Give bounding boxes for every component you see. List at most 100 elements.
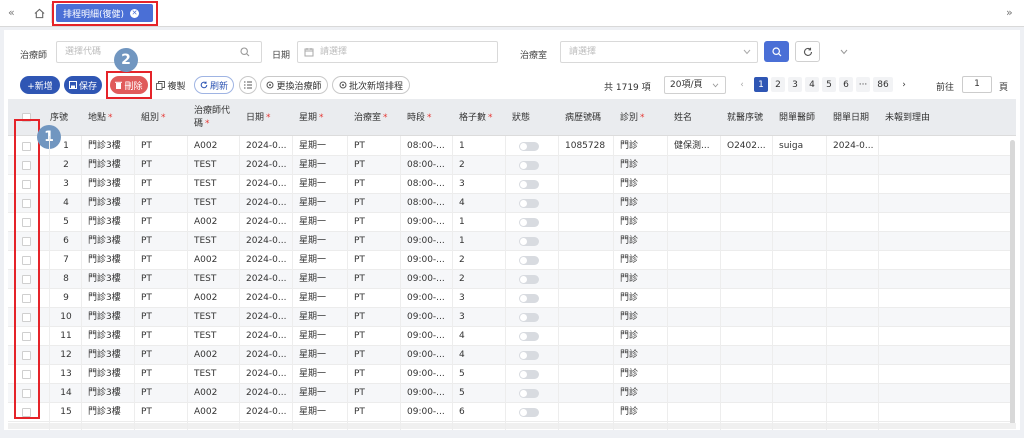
table-cell[interactable]: 門診3樓 xyxy=(88,232,138,251)
status-toggle[interactable] xyxy=(519,408,539,417)
delete-button[interactable]: 刪除 xyxy=(110,76,148,94)
status-toggle[interactable] xyxy=(519,294,539,303)
table-cell[interactable]: 門診 xyxy=(620,175,670,194)
table-cell[interactable]: 門診3樓 xyxy=(88,270,138,289)
table-cell[interactable] xyxy=(727,289,777,308)
table-cell[interactable]: PT xyxy=(354,194,404,213)
table-cell[interactable]: 2024-0... xyxy=(246,346,296,365)
table-cell[interactable] xyxy=(565,156,617,175)
page-button[interactable]: 4 xyxy=(805,77,819,92)
table-cell[interactable] xyxy=(727,194,777,213)
table-cell[interactable]: A002 xyxy=(194,403,244,422)
table-cell[interactable]: PT xyxy=(354,251,404,270)
table-cell[interactable]: PT xyxy=(141,175,191,194)
collapse-left-icon[interactable]: « xyxy=(8,6,15,19)
table-cell[interactable]: 門診 xyxy=(620,156,670,175)
table-cell[interactable]: 09:00-... xyxy=(407,308,457,327)
table-cell[interactable] xyxy=(833,156,883,175)
table-cell[interactable] xyxy=(779,156,831,175)
status-toggle[interactable] xyxy=(519,389,539,398)
table-cell[interactable] xyxy=(674,175,724,194)
column-settings-button[interactable] xyxy=(239,76,257,94)
table-cell[interactable]: 09:00-... xyxy=(407,213,457,232)
table-cell[interactable]: 星期一 xyxy=(299,232,351,251)
column-header[interactable]: 狀態 xyxy=(512,99,530,136)
table-cell[interactable]: 2 xyxy=(459,156,509,175)
table-cell[interactable]: 門診3樓 xyxy=(88,308,138,327)
table-cell[interactable]: 2024-0... xyxy=(246,384,296,403)
table-cell[interactable] xyxy=(565,403,617,422)
table-row[interactable]: 4 門診3樓 PT TEST 2024-0... 星期一 PT 08:00-... 4 門診 xyxy=(8,194,1012,213)
page-button[interactable]: 3 xyxy=(788,77,802,92)
status-toggle[interactable] xyxy=(519,199,539,208)
table-cell[interactable]: 2 xyxy=(459,270,509,289)
table-cell[interactable] xyxy=(674,213,724,232)
column-header[interactable]: 開單醫師 xyxy=(779,99,815,136)
table-cell[interactable]: PT xyxy=(354,232,404,251)
table-cell[interactable]: TEST xyxy=(194,327,244,346)
table-cell[interactable] xyxy=(674,194,724,213)
reset-button[interactable] xyxy=(795,41,820,62)
table-cell[interactable]: PT xyxy=(141,403,191,422)
table-cell[interactable]: TEST xyxy=(194,232,244,251)
date-input[interactable]: 請選擇 xyxy=(297,41,498,63)
table-row[interactable]: 12 門診3樓 PT A002 2024-0... 星期一 PT 09:00-... 4 門診 xyxy=(8,346,1012,365)
table-cell[interactable] xyxy=(885,365,985,384)
table-cell[interactable]: 門診 xyxy=(620,365,670,384)
table-cell[interactable]: suiga xyxy=(779,137,831,156)
table-cell[interactable]: 2024-0... xyxy=(246,403,296,422)
status-toggle[interactable] xyxy=(519,256,539,265)
table-cell[interactable]: 4 xyxy=(459,327,509,346)
chevron-down-icon[interactable] xyxy=(840,49,848,55)
tab-schedule-detail[interactable]: 排程明細(復健) ✕ xyxy=(56,4,153,22)
table-row[interactable]: 3 門診3樓 PT TEST 2024-0... 星期一 PT 08:00-... 3 門診 xyxy=(8,175,1012,194)
table-cell[interactable]: A002 xyxy=(194,213,244,232)
table-cell[interactable]: 13 xyxy=(56,365,76,384)
table-cell[interactable] xyxy=(779,346,831,365)
table-cell[interactable]: 7 xyxy=(56,251,76,270)
table-cell[interactable] xyxy=(727,156,777,175)
table-cell[interactable]: 2024-0... xyxy=(833,137,883,156)
table-cell[interactable]: PT xyxy=(354,346,404,365)
goto-page-input[interactable]: 1 xyxy=(962,76,992,93)
table-cell[interactable] xyxy=(885,308,985,327)
table-cell[interactable] xyxy=(565,213,617,232)
table-cell[interactable]: PT xyxy=(141,270,191,289)
table-cell[interactable]: PT xyxy=(141,289,191,308)
table-cell[interactable]: 2024-0... xyxy=(246,308,296,327)
table-cell[interactable] xyxy=(833,384,883,403)
table-cell[interactable]: 2024-0... xyxy=(246,175,296,194)
column-header[interactable]: 開單日期 xyxy=(833,99,869,136)
table-cell[interactable]: PT xyxy=(354,403,404,422)
table-cell[interactable]: PT xyxy=(354,270,404,289)
column-header[interactable]: 組別 * xyxy=(141,99,166,136)
table-cell[interactable] xyxy=(674,327,724,346)
column-header[interactable]: 格子數 * xyxy=(459,99,493,136)
column-header[interactable]: 病歷號碼 xyxy=(565,99,601,136)
table-cell[interactable]: 5 xyxy=(56,213,76,232)
table-cell[interactable]: TEST xyxy=(194,194,244,213)
home-button[interactable] xyxy=(28,4,52,23)
status-toggle[interactable] xyxy=(519,313,539,322)
table-cell[interactable]: 門診 xyxy=(620,346,670,365)
table-cell[interactable]: 星期一 xyxy=(299,384,351,403)
table-cell[interactable] xyxy=(779,308,831,327)
table-cell[interactable]: PT xyxy=(141,213,191,232)
table-cell[interactable]: 09:00-... xyxy=(407,251,457,270)
copy-button[interactable]: 複製 xyxy=(154,76,188,94)
table-row[interactable]: 14 門診3樓 PT A002 2024-0... 星期一 PT 09:00-... 5 門診 xyxy=(8,384,1012,403)
table-cell[interactable]: 2024-0... xyxy=(246,270,296,289)
table-cell[interactable] xyxy=(833,270,883,289)
page-size-select[interactable]: 20項/頁 xyxy=(664,76,726,94)
table-cell[interactable]: A002 xyxy=(194,384,244,403)
table-cell[interactable]: 1085728 xyxy=(565,137,617,156)
search-icon[interactable] xyxy=(240,47,250,57)
table-cell[interactable]: 4 xyxy=(459,346,509,365)
table-cell[interactable] xyxy=(565,346,617,365)
table-cell[interactable] xyxy=(779,270,831,289)
table-cell[interactable]: TEST xyxy=(194,365,244,384)
table-cell[interactable] xyxy=(727,308,777,327)
table-cell[interactable]: 10 xyxy=(56,308,76,327)
save-button[interactable]: 保存 xyxy=(64,76,102,94)
table-cell[interactable]: A002 xyxy=(194,346,244,365)
